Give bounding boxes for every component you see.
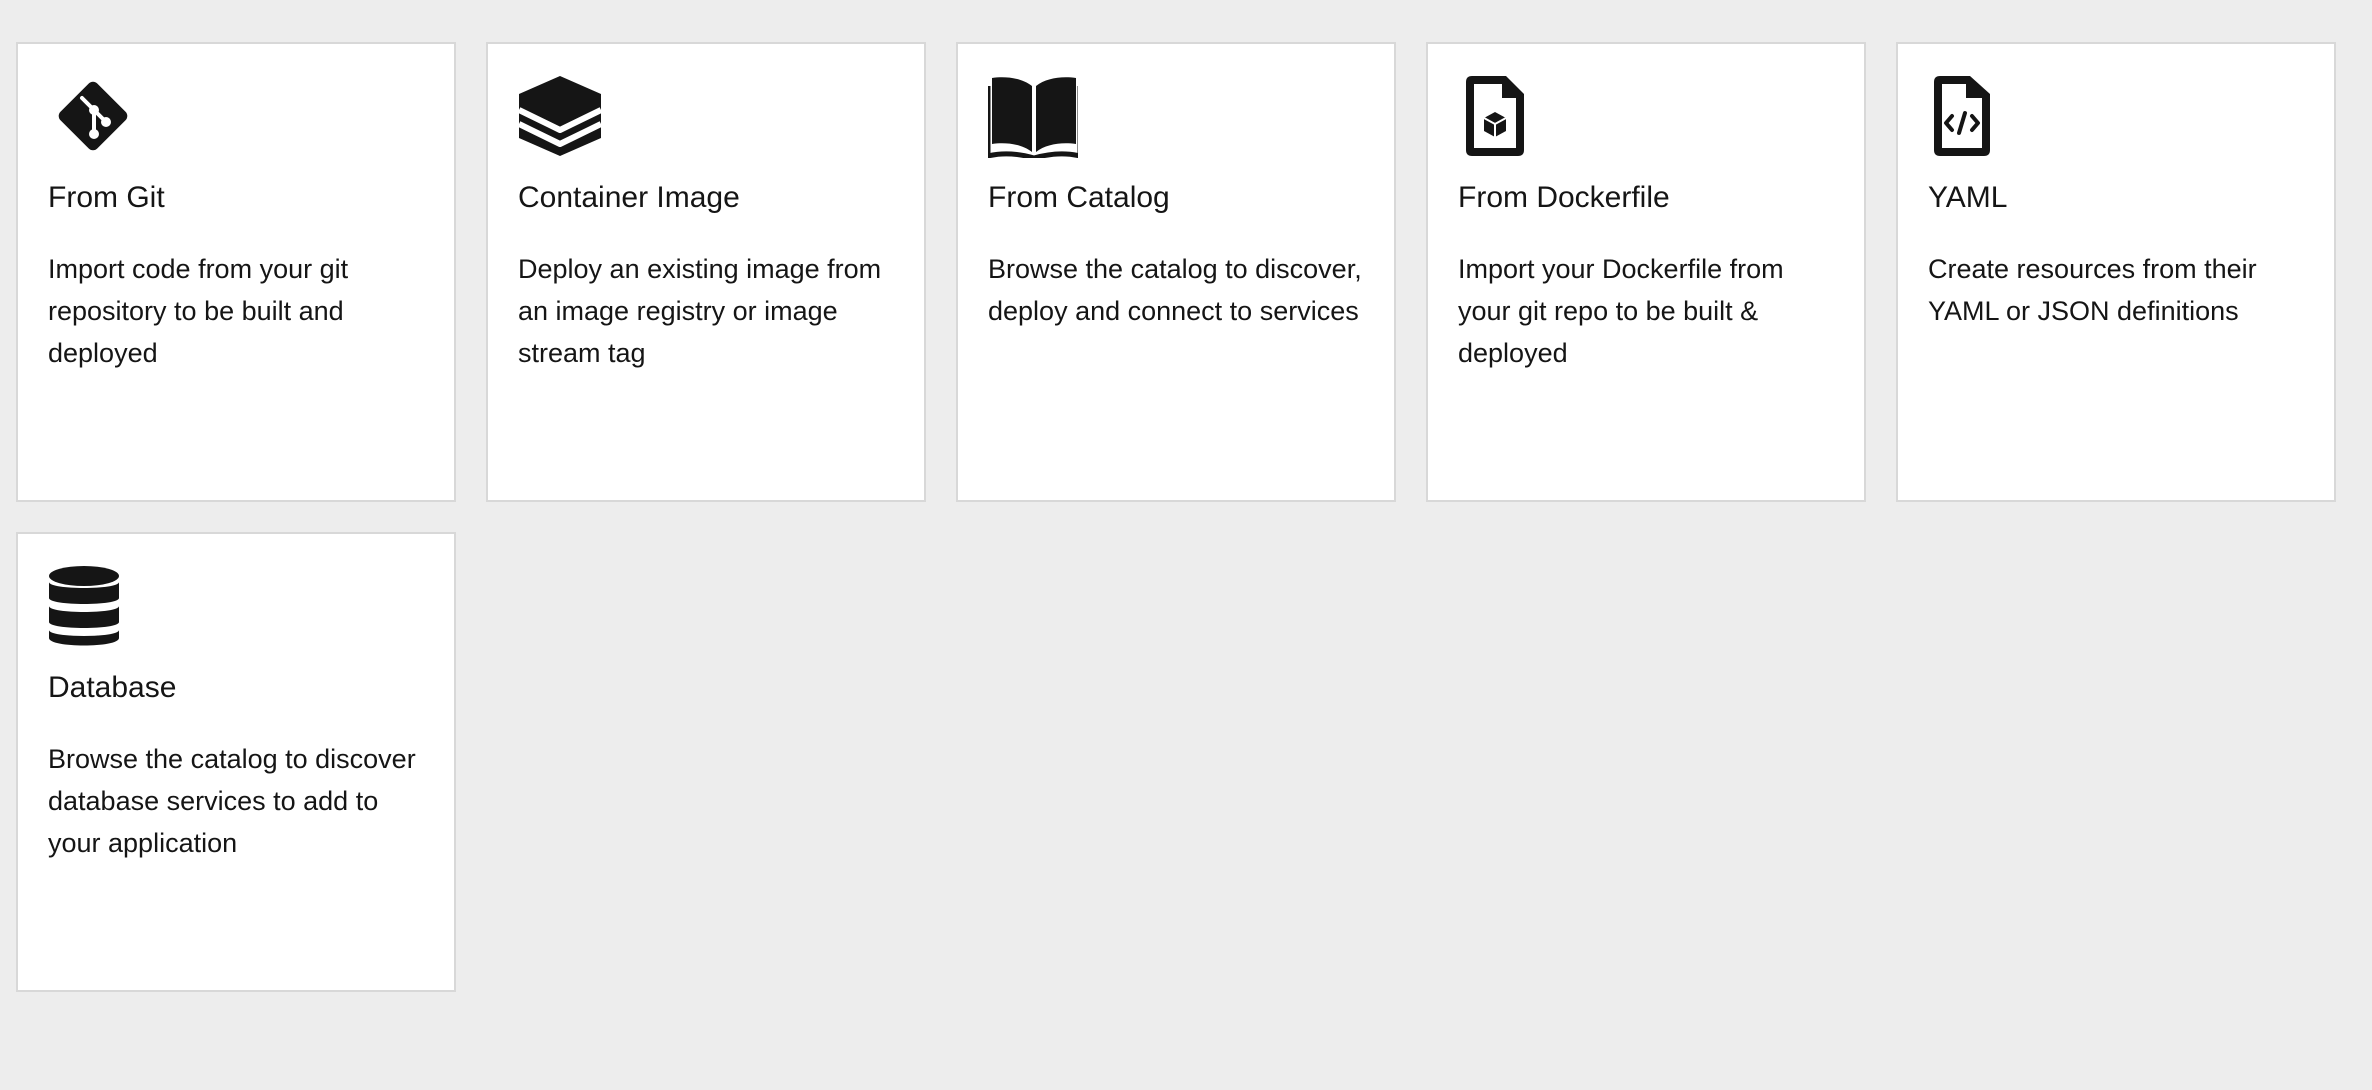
card-description: Browse the catalog to discover, deploy a… [988, 254, 1362, 326]
card-title: From Git [48, 181, 165, 214]
card-description: Create resources from their YAML or JSON… [1928, 254, 2257, 326]
card-description: Import your Dockerfile from your git rep… [1458, 254, 1784, 368]
card-description: Browse the catalog to discover database … [48, 744, 416, 858]
layers-icon [518, 74, 608, 158]
card-title: From Dockerfile [1458, 181, 1670, 214]
card-from-dockerfile[interactable]: From Dockerfile Import your Dockerfile f… [1426, 42, 1866, 502]
card-title: From Catalog [988, 181, 1170, 214]
add-options-grid: From Git Import code from your git repos… [16, 42, 2336, 992]
book-icon [988, 74, 1078, 158]
file-code-icon [1928, 74, 2018, 158]
card-from-git[interactable]: From Git Import code from your git repos… [16, 42, 456, 502]
card-database[interactable]: Database Browse the catalog to discover … [16, 532, 456, 992]
card-container-image[interactable]: Container Image Deploy an existing image… [486, 42, 926, 502]
card-title: Container Image [518, 181, 740, 214]
card-from-catalog[interactable]: From Catalog Browse the catalog to disco… [956, 42, 1396, 502]
card-title: Database [48, 671, 177, 704]
database-icon [48, 564, 138, 648]
card-description: Import code from your git repository to … [48, 254, 349, 368]
card-description: Deploy an existing image from an image r… [518, 254, 882, 368]
git-icon [48, 74, 138, 158]
card-title: YAML [1928, 181, 2008, 214]
file-cube-icon [1458, 74, 1548, 158]
card-yaml[interactable]: YAML Create resources from their YAML or… [1896, 42, 2336, 502]
